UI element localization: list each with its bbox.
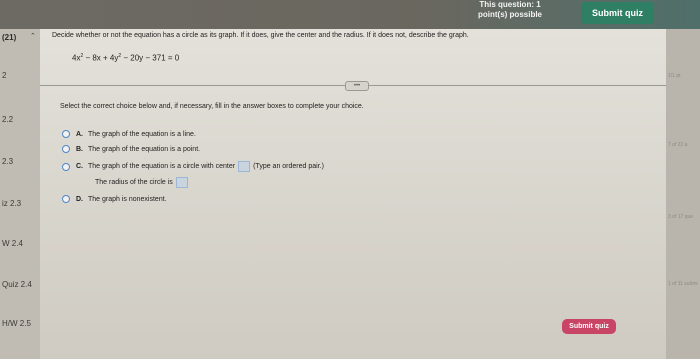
top-bar: This question: 1 point(s) possible Submi… [0,0,700,29]
center-answer-box[interactable] [238,161,251,172]
more-options-icon[interactable]: ••• [345,81,369,91]
sidebar-item-2-2[interactable]: 2.2 [2,115,13,124]
equation: 4x2 − 8x + 4y2 − 20y − 371 = 0 [72,53,179,63]
radius-text: The radius of the circle is [95,179,173,186]
radio-b[interactable] [62,145,70,153]
question-panel: Decide whether or not the equation has a… [40,29,666,359]
sidebar-item-2[interactable]: 2 [2,71,6,80]
choice-d-letter: D. [76,195,83,203]
choice-d-text: The graph is nonexistent. [88,195,167,203]
chevron-up-icon[interactable]: ⌃ [30,32,36,40]
right-label-2: 7 of 22 a [668,142,688,148]
choice-c-text: The graph of the equation is a circle wi… [88,163,236,170]
points-line-2: point(s) possible [478,10,542,19]
radius-answer-box[interactable] [175,177,188,188]
right-label-1: 1/1 pt [668,73,681,79]
sidebar-item-hw-2-5[interactable]: H/W 2.5 [2,319,31,328]
choice-b-letter: B. [76,145,83,153]
sidebar-item-2-3[interactable]: 2.3 [2,157,13,166]
sidebar-item-quiz-2-4[interactable]: Quiz 2.4 [2,280,32,289]
choice-d[interactable]: D. The graph is nonexistent. [62,195,167,203]
sidebar-item-21[interactable]: (21) [2,33,16,42]
right-label-4: 1 of 11 submi [668,281,698,287]
radius-line: The radius of the circle is [95,177,191,188]
choice-a-text: The graph of the equation is a line. [88,130,196,138]
submit-quiz-bottom-button[interactable]: Submit quiz [562,319,616,334]
choice-c[interactable]: C. The graph of the equation is a circle… [62,161,324,172]
question-sidebar: (21) ⌃ 2 2.2 2.3 iz 2.3 W 2.4 Quiz 2.4 H… [0,29,40,359]
radio-d[interactable] [62,195,70,203]
equation-part-2: − 8x + 4y [83,53,119,63]
submit-quiz-button[interactable]: Submit quiz [581,2,654,24]
radio-c[interactable] [62,162,70,171]
choice-a-letter: A. [76,130,83,138]
choice-c-suffix: (Type an ordered pair.) [253,163,324,170]
choice-c-letter: C. [76,163,83,170]
sidebar-item-hw-2-4[interactable]: W 2.4 [2,239,23,248]
radio-a[interactable] [62,130,70,138]
choice-b[interactable]: B. The graph of the equation is a point. [62,145,200,153]
answer-prompt: Select the correct choice below and, if … [60,103,364,110]
sidebar-item-quiz-2-3[interactable]: iz 2.3 [2,199,21,208]
question-points: This question: 1 point(s) possible [470,0,550,24]
right-progress-strip: 1/1 pt 7 of 22 a 3 of 17 que 1 of 11 sub… [666,29,700,359]
points-line-1: This question: 1 [479,0,541,9]
question-instruction: Decide whether or not the equation has a… [52,32,469,39]
right-label-3: 3 of 17 que [668,214,694,220]
choice-a[interactable]: A. The graph of the equation is a line. [62,130,196,138]
choice-b-text: The graph of the equation is a point. [88,145,201,153]
equation-part-3: − 20y − 371 = 0 [121,53,180,63]
